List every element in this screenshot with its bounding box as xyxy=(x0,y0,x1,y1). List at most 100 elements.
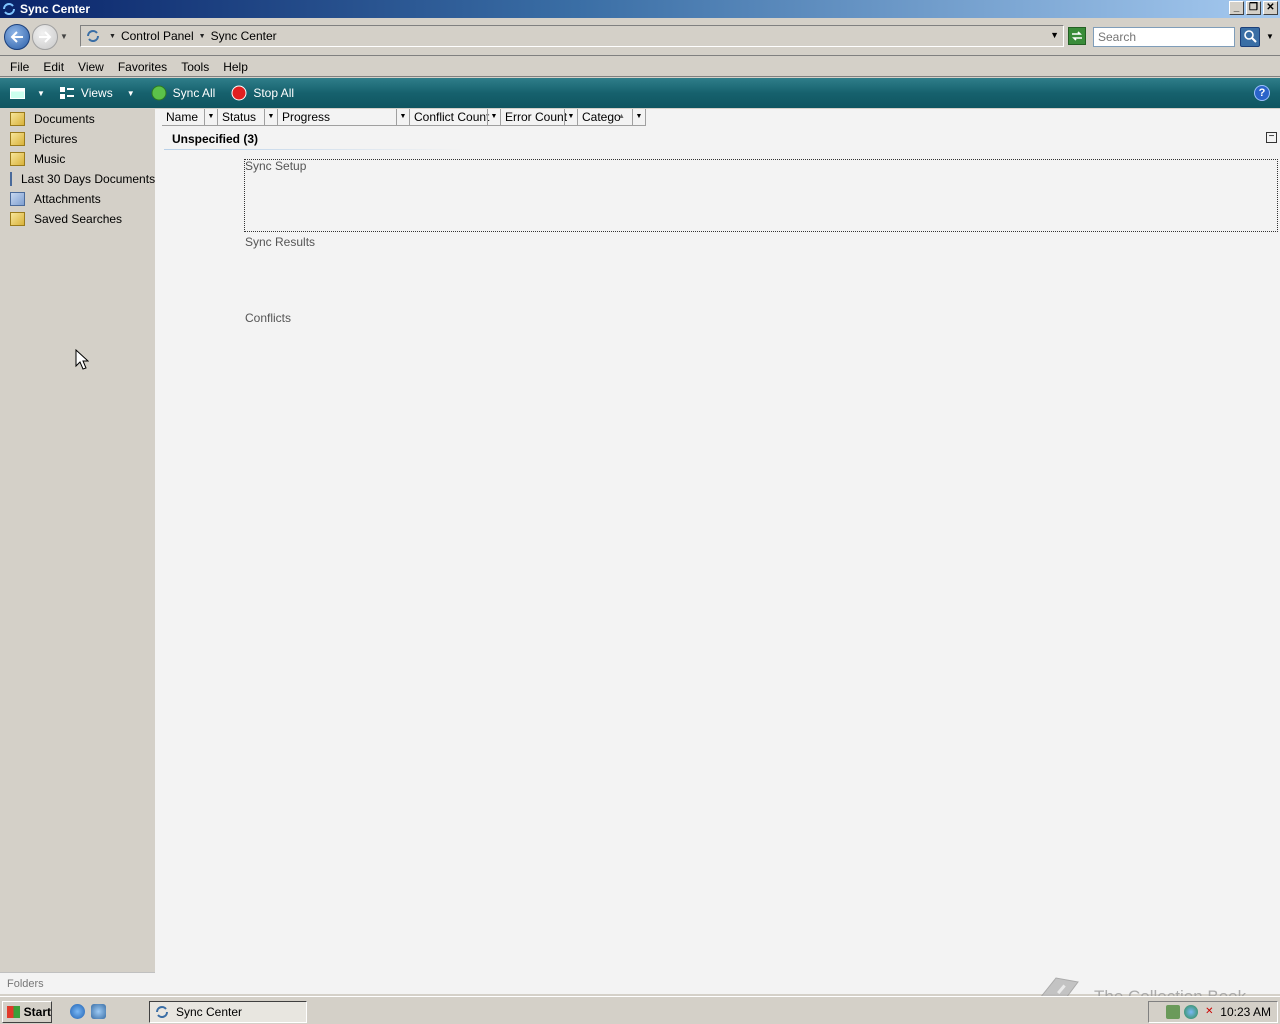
menu-bar: File Edit View Favorites Tools Help xyxy=(0,57,1280,77)
organize-icon[interactable] xyxy=(10,87,25,99)
nav-item-label: Music xyxy=(34,152,66,166)
column-label: Name xyxy=(166,110,199,124)
sync-results-tile[interactable]: Sync Results xyxy=(245,235,315,249)
search-button[interactable] xyxy=(1240,27,1260,47)
column-filter-dropdown-icon[interactable]: ▼ xyxy=(487,109,500,125)
taskbar-button-sync-center[interactable]: Sync Center xyxy=(149,1001,307,1023)
nav-item-last-30-days-documents[interactable]: Last 30 Days Documents xyxy=(8,169,155,189)
search-options-dropdown-icon[interactable]: ▼ xyxy=(1266,32,1274,41)
window-title: Sync Center xyxy=(20,2,91,16)
restore-button[interactable]: ❐ xyxy=(1246,1,1261,15)
folders-toggle[interactable]: Folders xyxy=(0,972,155,994)
folder-icon xyxy=(10,112,25,126)
column-header-conflict-count[interactable]: Conflict Count ▼ xyxy=(410,109,501,126)
views-dropdown-icon[interactable]: ▼ xyxy=(127,89,135,98)
sync-tray-icon[interactable] xyxy=(1166,1005,1181,1019)
group-divider xyxy=(164,149,464,150)
windows-logo-icon xyxy=(7,1006,20,1018)
menu-favorites[interactable]: Favorites xyxy=(111,60,174,74)
menu-view[interactable]: View xyxy=(71,60,111,74)
sync-center-icon xyxy=(156,1006,168,1018)
taskbar-button-label: Sync Center xyxy=(176,1005,243,1019)
sync-center-icon xyxy=(3,3,15,15)
views-button[interactable]: Views ▼ xyxy=(59,86,135,100)
nav-item-label: Last 30 Days Documents xyxy=(21,172,156,186)
column-headers: Name ▼ Status ▼ Progress ▼ Conflict Coun… xyxy=(162,109,646,126)
menu-file[interactable]: File xyxy=(0,60,36,74)
nav-item-documents[interactable]: Documents xyxy=(8,109,155,129)
conflicts-tile[interactable]: Conflicts xyxy=(245,311,291,325)
column-header-error-count[interactable]: Error Count ▼ xyxy=(501,109,578,126)
clock[interactable]: 10:23 AM xyxy=(1220,1005,1271,1019)
mouse-cursor-icon xyxy=(75,349,89,370)
column-label: Status xyxy=(222,110,257,124)
nav-item-pictures[interactable]: Pictures xyxy=(8,129,155,149)
volume-muted-icon[interactable]: ✕ xyxy=(1202,1005,1216,1019)
search-folder-icon xyxy=(10,192,25,206)
column-filter-dropdown-icon[interactable]: ▼ xyxy=(204,109,217,125)
group-header[interactable]: Unspecified (3) xyxy=(172,132,258,146)
sync-center-icon xyxy=(87,30,99,42)
forward-arrow-icon xyxy=(39,30,52,43)
refresh-button[interactable] xyxy=(1068,27,1086,45)
column-header-category[interactable]: Catego ▲ ▼ xyxy=(578,109,646,126)
nav-item-label: Pictures xyxy=(34,132,78,146)
sort-ascending-icon: ▲ xyxy=(618,113,625,120)
search-input[interactable] xyxy=(1093,27,1235,47)
nav-item-attachments[interactable]: Attachments xyxy=(8,189,155,209)
breadcrumb-arrow-icon[interactable]: ▼ xyxy=(109,33,116,40)
sync-setup-tile[interactable] xyxy=(244,159,1278,232)
sync-all-button[interactable]: Sync All xyxy=(151,85,216,101)
minimize-button[interactable]: _ xyxy=(1229,1,1244,15)
column-header-name[interactable]: Name ▼ xyxy=(162,109,218,126)
help-icon[interactable]: ? xyxy=(1254,85,1270,101)
views-icon xyxy=(59,87,74,99)
menu-tools[interactable]: Tools xyxy=(174,60,216,74)
breadcrumb-arrow-icon[interactable]: ▼ xyxy=(199,33,206,40)
network-icon[interactable] xyxy=(1184,1005,1199,1019)
address-dropdown-icon[interactable]: ▼ xyxy=(1050,30,1059,40)
navigation-pane: Documents Pictures Music Last 30 Days Do… xyxy=(8,109,155,971)
back-arrow-icon xyxy=(10,30,23,43)
column-label: Progress xyxy=(282,110,331,124)
recent-pages-dropdown[interactable]: ▼ xyxy=(60,32,68,41)
start-label: Start xyxy=(23,1005,51,1019)
folder-icon xyxy=(10,132,25,146)
column-filter-dropdown-icon[interactable]: ▼ xyxy=(564,109,577,125)
system-tray: ✕ 10:23 AM xyxy=(1148,1001,1278,1023)
column-filter-dropdown-icon[interactable]: ▼ xyxy=(632,109,645,125)
close-button[interactable]: ✕ xyxy=(1263,1,1278,15)
menu-edit[interactable]: Edit xyxy=(36,60,71,74)
stop-all-button[interactable]: Stop All xyxy=(231,85,294,101)
folder-icon xyxy=(10,212,25,226)
quick-launch-icon[interactable] xyxy=(91,1004,106,1019)
column-filter-dropdown-icon[interactable]: ▼ xyxy=(264,109,277,125)
sync-all-label: Sync All xyxy=(172,86,216,100)
sync-all-icon xyxy=(151,85,167,101)
folder-icon xyxy=(10,152,25,166)
breadcrumb-control-panel[interactable]: Control Panel xyxy=(121,29,194,43)
sync-setup-label: Sync Setup xyxy=(245,159,307,173)
search-icon xyxy=(1244,30,1257,43)
nav-item-label: Attachments xyxy=(34,192,101,206)
window-edge xyxy=(0,109,8,971)
column-header-status[interactable]: Status ▼ xyxy=(218,109,278,126)
content-pane: Name ▼ Status ▼ Progress ▼ Conflict Coun… xyxy=(155,109,1280,994)
column-filter-dropdown-icon[interactable]: ▼ xyxy=(396,109,409,125)
back-button[interactable] xyxy=(4,23,30,50)
address-bar: ▼ ▼ Control Panel ▼ Sync Center ▼ ▼ xyxy=(0,18,1280,56)
nav-item-music[interactable]: Music xyxy=(8,149,155,169)
internet-explorer-icon[interactable] xyxy=(70,1004,85,1019)
column-header-progress[interactable]: Progress ▼ xyxy=(278,109,410,126)
collapse-group-icon[interactable]: − xyxy=(1266,132,1277,143)
start-button[interactable]: Start xyxy=(2,1001,52,1023)
menu-help[interactable]: Help xyxy=(216,60,255,74)
breadcrumb-sync-center[interactable]: Sync Center xyxy=(211,29,277,43)
stop-all-label: Stop All xyxy=(253,86,295,100)
organize-dropdown-icon[interactable]: ▼ xyxy=(37,89,45,98)
address-field[interactable]: ▼ Control Panel ▼ Sync Center ▼ xyxy=(80,25,1064,47)
title-bar: Sync Center _ ❐ ✕ xyxy=(0,0,1280,18)
forward-button[interactable] xyxy=(32,23,58,50)
nav-item-saved-searches[interactable]: Saved Searches xyxy=(8,209,155,229)
column-label: Error Count xyxy=(505,110,568,124)
